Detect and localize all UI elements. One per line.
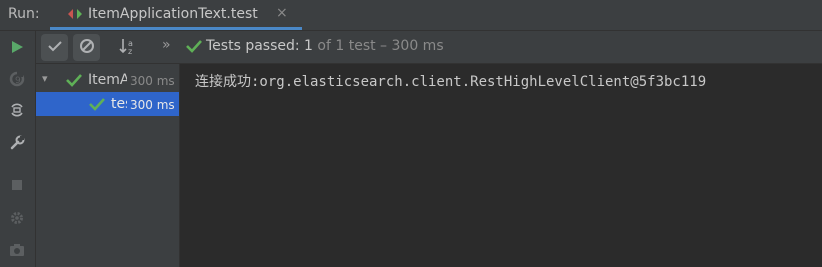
rerun-failed-icon[interactable]: 9 [6,68,28,90]
tree-row-method[interactable]: test 300 ms [36,92,179,116]
test-results-toolbar: a z » Tests passed: 1 of 1 test – 300 ms [36,31,822,64]
sort-alpha-icon: a z [118,37,138,59]
tree-row-name: ItemApplicationText [88,72,127,88]
tree-row-class[interactable]: ▾ ItemApplicationText 300 ms [36,68,179,92]
tree-row-duration: 300 ms [130,98,175,112]
console-output[interactable]: 连接成功:org.elasticsearch.client.RestHighLe… [180,64,822,267]
svg-text:z: z [128,47,132,55]
check-icon [47,40,62,56]
play-icon[interactable] [6,36,28,58]
run-tool-window-header: Run: ItemApplicationText.test × [0,0,822,31]
left-toolbar: 9 [0,31,36,267]
wrench-icon[interactable] [6,132,28,154]
run-config-icon [66,6,84,22]
tree-row-name: test [111,96,127,112]
test-status-summary: Tests passed: 1 of 1 test – 300 ms [206,38,444,54]
tab-title: ItemApplicationText.test [88,6,258,22]
more-actions-chevron[interactable]: » [162,37,171,53]
restore-layout-icon[interactable] [6,99,28,121]
status-suffix: of 1 test – 300 ms [317,38,444,54]
cancel-icon [79,38,95,58]
status-prefix: Tests passed: [206,38,300,54]
tab-active-indicator [50,27,302,30]
console-line: 连接成功:org.elasticsearch.client.RestHighLe… [195,74,707,90]
show-passed-button[interactable] [41,34,68,61]
show-ignored-button[interactable] [73,34,100,61]
sort-alphabetically-button[interactable]: a z [114,34,141,61]
passed-check-icon [186,39,202,57]
svg-text:9: 9 [15,76,21,86]
tree-row-duration: 300 ms [130,74,175,88]
camera-icon[interactable] [6,239,28,261]
stop-icon[interactable] [6,174,28,196]
run-label: Run: [8,6,40,22]
passed-check-icon [66,73,82,91]
passed-check-icon [89,97,105,115]
test-tree: ▾ ItemApplicationText 300 ms test 300 ms [36,64,180,267]
chevron-down-icon[interactable]: ▾ [42,72,48,85]
status-count: 1 [304,38,313,54]
close-icon[interactable]: × [276,5,288,21]
settings-icon[interactable] [6,207,28,229]
tab-run-configuration[interactable]: ItemApplicationText.test × [50,0,302,30]
